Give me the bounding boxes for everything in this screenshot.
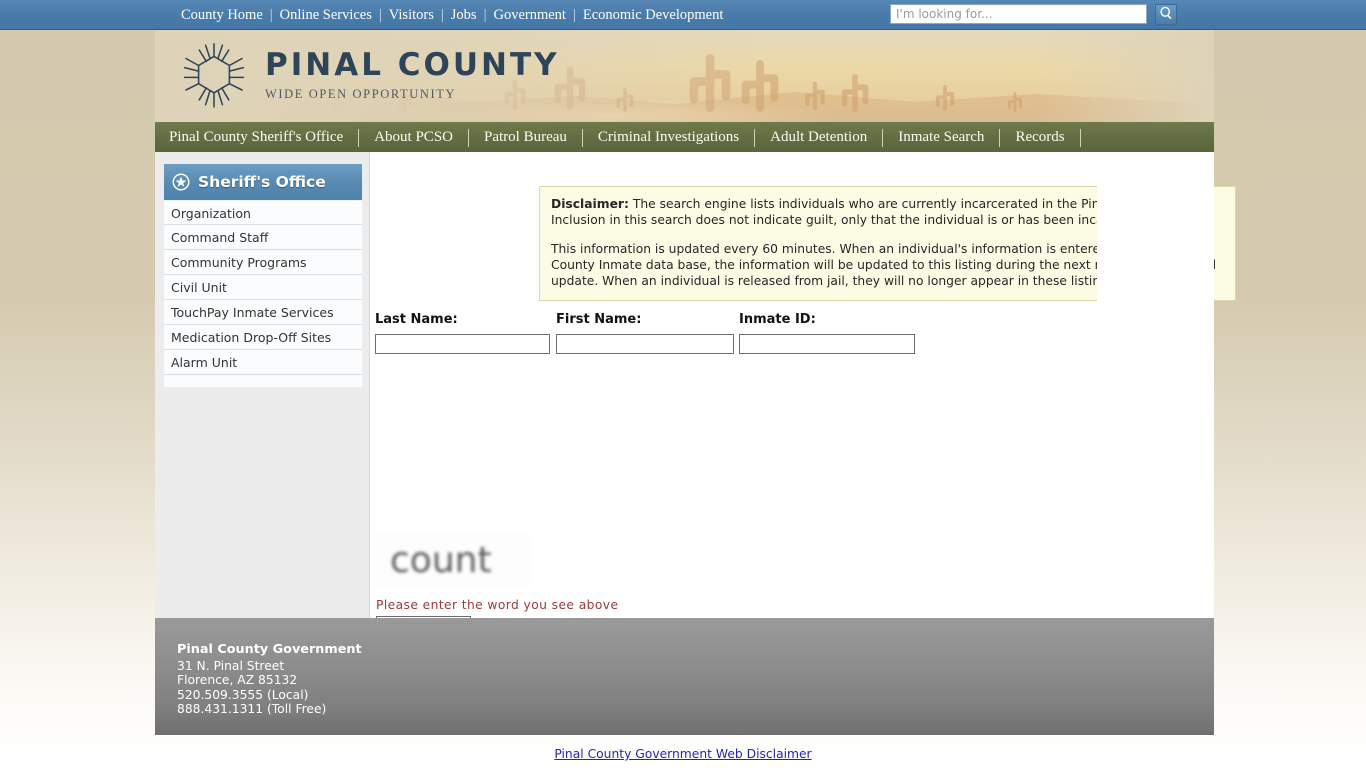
form-field-inputs [375,334,1095,356]
pinal-county-starburst-logo-icon [183,43,245,108]
top-utility-bar: County Home | Online Services | Visitors | Job… [0,0,1366,30]
sidebar-item-civil-unit[interactable]: Civil Unit [164,275,362,300]
disclaimer-label: Disclaimer: [551,197,629,211]
inmate-id-label: Inmate ID: [739,312,816,327]
topnav-item-government[interactable]: Government [492,7,566,23]
captcha-image: count [376,534,531,587]
last-name-input[interactable] [375,334,550,354]
topnav-item-economic-development[interactable]: Economic Development [582,7,725,23]
top-utility-nav: County Home | Online Services | Visitors | Job… [180,0,724,30]
footer-address-line2: Florence, AZ 85132 [177,673,298,688]
nav-separator [468,128,469,147]
sidebar-item-medication-drop-off-sites[interactable]: Medication Drop-Off Sites [164,325,362,350]
site-search-button[interactable] [1155,4,1177,25]
nav-item-pinal-county-sheriffs-office[interactable]: Pinal County Sheriff's Office [155,129,357,145]
content-wrapper: Sheriff's Office Organization Command St… [155,152,1236,661]
sidebar-item-command-staff[interactable]: Command Staff [164,225,362,250]
site-banner: PINAL COUNTY WIDE OPEN OPPORTUNITY [155,30,1214,122]
sheriff-badge-star-icon [172,173,190,191]
nav-item-inmate-search[interactable]: Inmate Search [884,129,998,145]
nav-separator [1079,128,1081,147]
footer-address-block: Pinal County Government 31 N. Pinal Stre… [177,642,362,717]
topnav-item-jobs[interactable]: Jobs [450,7,478,23]
first-name-label: First Name: [556,312,642,327]
logo-text-block: PINAL COUNTY WIDE OPEN OPPORTUNITY [265,50,560,102]
main-navigation-bar: Pinal County Sheriff's Office About PCSO P… [155,122,1214,152]
sidebar-header: Sheriff's Office [164,164,362,200]
last-name-label: Last Name: [375,312,458,327]
sidebar-item-organization[interactable]: Organization [164,200,362,225]
right-gutter [1097,152,1214,618]
topnav-separator: | [440,7,444,23]
nav-separator [581,128,583,147]
nav-item-records[interactable]: Records [1001,129,1078,145]
first-name-input[interactable] [556,334,734,354]
nav-separator [754,128,756,147]
nav-item-adult-detention[interactable]: Adult Detention [756,129,881,145]
bottom-disclaimer-link-wrap: Pinal County Government Web Disclaimer [0,747,1366,761]
sidebar-header-label: Sheriff's Office [198,173,326,191]
disclaimer-text-1: The search engine lists individuals who … [551,197,1184,227]
inmate-search-form: Last Name: First Name: Inmate ID: count … [375,312,1095,661]
magnifier-icon [1160,6,1172,20]
site-search-input[interactable] [890,4,1147,24]
site-footer: Pinal County Government 31 N. Pinal Stre… [155,618,1214,735]
sidebar: Sheriff's Office Organization Command St… [155,152,370,618]
web-disclaimer-link[interactable]: Pinal County Government Web Disclaimer [554,747,811,761]
footer-phone-local: 520.509.3555 (Local) [177,687,309,702]
topnav-item-county-home[interactable]: County Home [180,7,264,23]
topnav-item-online-services[interactable]: Online Services [279,7,373,23]
topnav-separator: | [269,7,273,23]
sidebar-item-touchpay-inmate-services[interactable]: TouchPay Inmate Services [164,300,362,325]
main-content: Disclaimer: The search engine lists indi… [371,152,1236,661]
sidebar-item-community-programs[interactable]: Community Programs [164,250,362,275]
inmate-id-input[interactable] [739,334,915,354]
nav-item-criminal-investigations[interactable]: Criminal Investigations [584,129,753,145]
logo-tagline: WIDE OPEN OPPORTUNITY [265,87,457,101]
footer-phone-toll: 888.431.1311 (Toll Free) [177,702,327,717]
topnav-separator: | [378,7,382,23]
footer-address-line1: 31 N. Pinal Street [177,658,285,673]
sidebar-list-footer-spacer [164,375,362,387]
sidebar-menu: Organization Command Staff Community Pro… [164,200,362,387]
captcha-prompt: Please enter the word you see above [376,598,619,612]
topnav-separator: | [572,7,576,23]
form-field-labels: Last Name: First Name: Inmate ID: [375,312,1095,330]
site-logo[interactable]: PINAL COUNTY WIDE OPEN OPPORTUNITY [179,40,560,112]
topnav-separator: | [483,7,487,23]
nav-item-patrol-bureau[interactable]: Patrol Bureau [470,129,581,145]
nav-item-about-pcso[interactable]: About PCSO [360,129,467,145]
sidebar-item-alarm-unit[interactable]: Alarm Unit [164,350,362,375]
captcha-word: count [390,540,492,581]
footer-org-name: Pinal County Government [177,642,362,657]
logo-title: PINAL COUNTY [265,47,560,83]
topnav-item-visitors[interactable]: Visitors [388,7,435,23]
